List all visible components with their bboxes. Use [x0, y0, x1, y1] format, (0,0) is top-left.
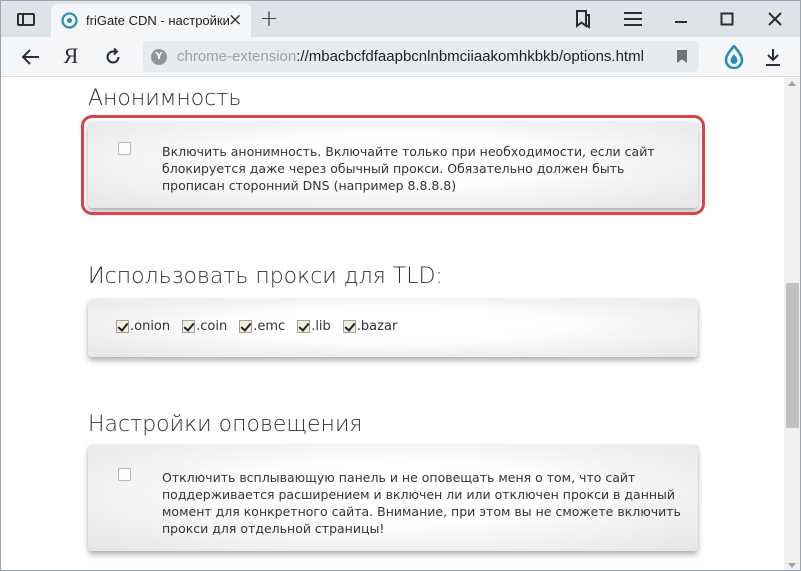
anonymity-description: Включить анонимность. Включайте только п… [162, 143, 655, 194]
anonymity-checkbox[interactable] [118, 142, 131, 155]
tld-item-onion[interactable]: .onion [116, 319, 170, 334]
tab-frigate-settings[interactable]: friGate CDN - настройки × [51, 4, 251, 37]
tld-label: .coin [196, 319, 228, 334]
tab-title: friGate CDN - настройки [86, 13, 230, 28]
tld-item-coin[interactable]: .coin [182, 319, 227, 334]
tld-item-emc[interactable]: .emc [239, 319, 285, 334]
reload-icon[interactable] [101, 45, 125, 69]
protect-shield-icon[interactable] [721, 44, 747, 70]
anonymity-heading: Анонимность [88, 86, 242, 111]
tld-label: .onion [130, 319, 171, 334]
url-scheme: chrome-extension [177, 48, 297, 65]
title-bar: friGate CDN - настройки × + [1, 1, 800, 37]
tld-label: .lib [311, 319, 331, 334]
bookmarks-icon[interactable] [571, 7, 595, 31]
tld-panel: .onion .coin .emc .lib .bazar [88, 299, 698, 357]
anonymity-line-2: блокируется даже через обычный прокси. О… [162, 161, 625, 176]
tld-list: .onion .coin .emc .lib .bazar [116, 319, 409, 334]
tld-label: .emc [253, 319, 286, 334]
notifications-panel: Отключить всплывающую панель и не оповещ… [88, 445, 698, 551]
plus-icon[interactable]: + [257, 6, 281, 32]
site-info-icon[interactable]: Y [151, 48, 167, 65]
maximize-icon[interactable] [715, 7, 739, 31]
tld-item-lib[interactable]: .lib [297, 319, 331, 334]
notifications-line-3: момент для конкретного сайта. Внимание, … [162, 504, 681, 519]
browser-window: friGate CDN - настройки × + Я Y chrome-e… [0, 0, 801, 571]
hamburger-menu-icon[interactable] [621, 7, 645, 31]
tld-checkbox-onion[interactable] [116, 320, 129, 333]
tld-checkbox-bazar[interactable] [342, 320, 356, 333]
tld-checkbox-coin[interactable] [182, 320, 196, 333]
notifications-heading: Настройки оповещения [88, 412, 363, 437]
anonymity-line-1: Включить анонимность. Включайте только п… [162, 144, 655, 159]
address-bar[interactable]: Y chrome-extension://mbacbcfdfaapbcnlnbm… [143, 41, 699, 72]
bookmark-flag-icon[interactable] [677, 50, 687, 63]
notifications-line-2: поддерживается расширением и включен ли … [162, 487, 676, 502]
arrow-left-icon[interactable] [19, 45, 43, 69]
tld-label: .bazar [356, 319, 398, 334]
notifications-line-4: прокси для отдельной страницы! [162, 521, 385, 536]
vertical-scrollbar[interactable] [784, 78, 800, 570]
sidebar-icon[interactable] [11, 7, 41, 31]
anonymity-line-3: прописан сторонний DNS (например 8.8.8.8… [162, 178, 457, 193]
scroll-down-arrow-icon[interactable] [788, 563, 796, 568]
download-icon[interactable] [761, 45, 785, 69]
close-window-icon[interactable] [763, 7, 787, 31]
page-viewport: Анонимность Включить анонимность. Включа… [1, 78, 784, 570]
minimize-icon[interactable] [669, 7, 693, 31]
tld-checkbox-lib[interactable] [297, 320, 311, 333]
close-icon[interactable]: × [228, 12, 242, 29]
notifications-line-1: Отключить всплывающую панель и не оповещ… [162, 470, 636, 485]
notifications-description: Отключить всплывающую панель и не оповещ… [162, 469, 681, 537]
url-path: ://mbacbcfdfaapbcnlnbmciiaakomhkbkb/opti… [296, 48, 644, 65]
url-text: chrome-extension://mbacbcfdfaapbcnlnbmci… [177, 48, 644, 65]
tld-checkbox-emc[interactable] [239, 320, 253, 333]
yandex-icon[interactable]: Я [59, 43, 83, 68]
navigation-bar: Я Y chrome-extension://mbacbcfdfaapbcnln… [1, 37, 800, 77]
anonymity-panel: Включить анонимность. Включайте только п… [81, 115, 705, 215]
frigate-icon [61, 12, 78, 29]
notifications-checkbox[interactable] [118, 468, 131, 481]
scroll-thumb[interactable] [786, 283, 799, 428]
tld-item-bazar[interactable]: .bazar [342, 319, 398, 334]
tld-heading: Использовать прокси для TLD: [88, 264, 443, 289]
scroll-up-arrow-icon[interactable] [788, 81, 796, 86]
